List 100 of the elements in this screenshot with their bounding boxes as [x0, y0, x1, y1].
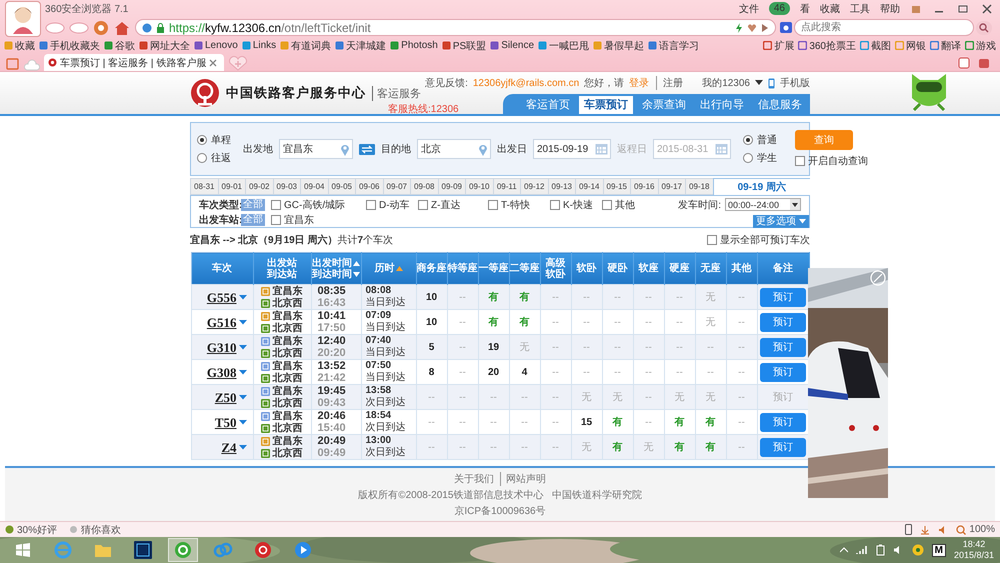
- input-field[interactable]: 宜昌东: [279, 139, 353, 159]
- toolbar-item[interactable]: 360抢票王: [798, 38, 856, 53]
- status-item[interactable]: 30%好评: [5, 522, 58, 536]
- book-button[interactable]: 预订: [760, 362, 806, 382]
- toolbar-item[interactable]: 扩展: [763, 38, 794, 53]
- book-button[interactable]: 预订: [760, 312, 806, 332]
- toolbar-item[interactable]: 游戏: [965, 38, 996, 53]
- browser-tab[interactable]: 车票预订 | 客运服务 | 铁路客户服: [44, 54, 224, 71]
- register-link[interactable]: 注册: [656, 76, 684, 90]
- date-tab[interactable]: 09-11: [492, 178, 520, 195]
- nav-tab[interactable]: 车票预订: [579, 96, 633, 114]
- bookmark-item[interactable]: 暑假早起: [593, 38, 644, 53]
- auto-query-checkbox[interactable]: 开启自动查询: [795, 154, 868, 168]
- zoom-level[interactable]: 100%: [956, 524, 995, 535]
- date-tab[interactable]: 09-03: [272, 178, 300, 195]
- toolbar-item[interactable]: 截图: [860, 38, 891, 53]
- date-tab[interactable]: 09-13: [548, 178, 575, 195]
- train-number-link[interactable]: Z50: [214, 392, 236, 402]
- column-header[interactable]: 出发时间 到达时间: [311, 252, 361, 284]
- bookmark-item[interactable]: Photosh: [390, 40, 438, 52]
- input-field[interactable]: 2015-09-19: [533, 139, 611, 159]
- bookmark-item[interactable]: Links: [242, 40, 276, 52]
- phone-icon[interactable]: [905, 524, 912, 535]
- screenshot-icon[interactable]: [958, 57, 970, 69]
- show-all-checkbox[interactable]: 显示全部可预订车次: [707, 233, 810, 247]
- radio-option[interactable]: 普通: [743, 133, 777, 147]
- menu-item[interactable]: 帮助: [880, 2, 900, 16]
- train-type-checkbox[interactable]: Z-直达: [418, 198, 488, 212]
- forward-icon[interactable]: [69, 20, 89, 34]
- date-tab[interactable]: 09-10: [465, 178, 492, 195]
- date-tab[interactable]: 09-07: [382, 178, 410, 195]
- search-engine-icon[interactable]: [780, 22, 792, 33]
- signal-icon[interactable]: [856, 545, 868, 555]
- avatar-icon[interactable]: [5, 1, 41, 37]
- footer-link[interactable]: 网站声明: [500, 472, 546, 486]
- bookmark-item[interactable]: 谷歌: [104, 38, 135, 53]
- restore-icon[interactable]: [956, 2, 970, 14]
- status-item[interactable]: 猜你喜欢: [69, 522, 122, 536]
- input-field[interactable]: 北京: [417, 139, 491, 159]
- menu-item[interactable]: 看: [800, 2, 810, 16]
- radio-option[interactable]: 学生: [743, 151, 777, 165]
- train-number-link[interactable]: T50: [214, 416, 236, 428]
- close-icon[interactable]: [980, 2, 994, 14]
- download-icon[interactable]: [920, 524, 930, 534]
- train-type-checkbox[interactable]: K-快速: [550, 198, 602, 212]
- menu-item[interactable]: 收藏: [820, 2, 840, 16]
- close-icon[interactable]: [209, 58, 218, 66]
- date-tab[interactable]: 09-04: [300, 178, 328, 195]
- taskbar-app[interactable]: [168, 538, 198, 562]
- chevron-up-icon[interactable]: [840, 547, 848, 553]
- toolbar-item[interactable]: 翻译: [930, 38, 961, 53]
- account-menu[interactable]: 我的12306: [702, 76, 750, 90]
- bookmark-item[interactable]: 手机收藏夹: [39, 38, 100, 53]
- date-tab[interactable]: 08-31: [190, 178, 218, 195]
- train-type-checkbox[interactable]: T-特快: [488, 198, 550, 212]
- book-button[interactable]: 预订: [760, 438, 806, 456]
- date-tab[interactable]: 09-02: [245, 178, 272, 195]
- ring-button-icon[interactable]: [93, 20, 109, 36]
- clock[interactable]: 18:42 2015/8/31: [954, 539, 994, 561]
- menu-item[interactable]: 工具: [850, 2, 870, 16]
- bookmark-item[interactable]: 语言学习: [648, 38, 700, 53]
- radio-option[interactable]: 单程: [197, 133, 231, 147]
- lightning-icon[interactable]: [735, 22, 743, 32]
- battery-icon[interactable]: [876, 544, 885, 556]
- bookmark-item[interactable]: Lenovo: [194, 40, 238, 52]
- date-tab[interactable]: 09-08: [410, 178, 438, 195]
- bookmark-item[interactable]: 有道词典: [280, 38, 332, 53]
- swap-icon[interactable]: [359, 144, 375, 154]
- toolbar-item[interactable]: 网银: [895, 38, 926, 53]
- bookmark-item[interactable]: PS联盟: [442, 38, 486, 53]
- play-icon[interactable]: [761, 22, 769, 32]
- home-icon[interactable]: [113, 20, 131, 36]
- column-header[interactable]: 历时: [361, 252, 416, 284]
- train-type-checkbox[interactable]: D-动车: [366, 198, 418, 212]
- footer-link[interactable]: 关于我们: [454, 472, 494, 486]
- train-number-link[interactable]: Z4: [221, 442, 236, 452]
- date-tab[interactable]: 09-09: [438, 178, 465, 195]
- sort-up-icon[interactable]: [396, 266, 402, 271]
- date-tab[interactable]: 09-16: [630, 178, 658, 195]
- bookmark-item[interactable]: Silence: [490, 40, 534, 52]
- time-select[interactable]: 00:00--24:00: [725, 198, 801, 211]
- train-type-checkbox[interactable]: 其他: [602, 198, 652, 212]
- sort-down-icon[interactable]: [353, 272, 360, 276]
- bookmark-item[interactable]: 一喊巴甩: [538, 38, 590, 53]
- address-bar[interactable]: https://kyfw.12306.cn/otn/leftTicket/init: [135, 19, 776, 36]
- caret-icon[interactable]: [755, 80, 763, 86]
- date-tab[interactable]: 09-06: [355, 178, 382, 195]
- station-checkbox[interactable]: 宜昌东: [271, 212, 314, 226]
- mobile-link[interactable]: 手机版: [780, 76, 810, 90]
- date-tab[interactable]: 09-14: [575, 178, 602, 195]
- book-button[interactable]: 预订: [760, 288, 806, 306]
- date-tab[interactable]: 09-01: [218, 178, 245, 195]
- search-icon[interactable]: [976, 20, 992, 34]
- heart-icon[interactable]: [747, 22, 757, 32]
- menu-item[interactable]: 文件: [738, 2, 759, 16]
- book-button[interactable]: 预订: [760, 412, 806, 432]
- search-field[interactable]: 点此搜索: [794, 19, 974, 36]
- wallet-icon[interactable]: [978, 57, 990, 69]
- date-tab[interactable]: 09-18: [685, 178, 712, 195]
- bookmark-item[interactable]: 收藏: [4, 38, 35, 53]
